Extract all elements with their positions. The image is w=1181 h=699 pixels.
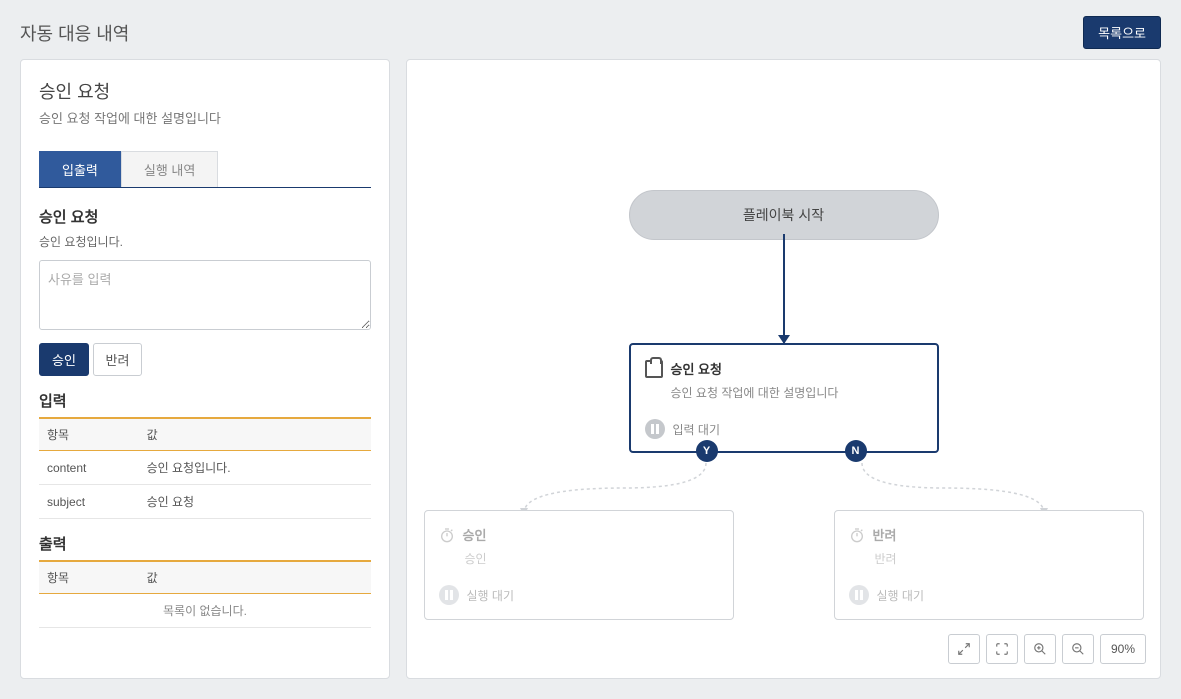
tab-history[interactable]: 실행 내역 bbox=[121, 151, 218, 187]
detail-panel: 승인 요청 승인 요청 작업에 대한 설명입니다 입출력 실행 내역 승인 요청… bbox=[20, 59, 390, 679]
pause-icon bbox=[439, 585, 459, 605]
flow-panel: 플레이북 시작 승인 요청 승인 요청 작업에 대한 설명입니다 입력 대기 Y bbox=[406, 59, 1161, 679]
approve-button[interactable]: 승인 bbox=[39, 343, 89, 376]
output-col-key: 항목 bbox=[39, 561, 139, 594]
input-section-title: 입력 bbox=[39, 390, 371, 411]
flow-start-node[interactable]: 플레이북 시작 bbox=[629, 190, 939, 240]
node-desc: 승인 요청 작업에 대한 설명입니다 bbox=[671, 384, 923, 401]
zoom-out-button[interactable] bbox=[1062, 634, 1094, 664]
branch-y-badge: Y bbox=[696, 440, 718, 462]
clipboard-icon bbox=[645, 360, 663, 378]
table-row: subject 승인 요청 bbox=[39, 485, 371, 519]
zoom-value: 90% bbox=[1100, 634, 1146, 664]
zoom-toolbar: 90% bbox=[948, 634, 1146, 664]
approval-desc: 승인 요청입니다. bbox=[39, 233, 371, 250]
flow-no-node[interactable]: 반려 반려 실행 대기 bbox=[834, 510, 1144, 620]
node-title: 반려 bbox=[873, 525, 897, 544]
output-col-val: 값 bbox=[139, 561, 371, 594]
fullscreen-button[interactable] bbox=[948, 634, 980, 664]
node-status-text: 입력 대기 bbox=[673, 421, 721, 438]
flow-connector bbox=[783, 234, 785, 344]
page-title: 자동 대응 내역 bbox=[20, 20, 129, 46]
input-col-val: 값 bbox=[139, 418, 371, 451]
tab-io[interactable]: 입출력 bbox=[39, 151, 121, 187]
back-to-list-button[interactable]: 목록으로 bbox=[1083, 16, 1161, 49]
input-table: 항목 값 content 승인 요청입니다. subject 승인 요청 bbox=[39, 417, 371, 519]
node-desc: 승인 bbox=[465, 550, 719, 567]
timer-icon bbox=[849, 527, 865, 543]
branch-n-badge: N bbox=[845, 440, 867, 462]
approval-title: 승인 요청 bbox=[39, 206, 371, 227]
node-status-text: 실행 대기 bbox=[467, 587, 515, 604]
fit-button[interactable] bbox=[986, 634, 1018, 664]
flow-approve-node[interactable]: 승인 요청 승인 요청 작업에 대한 설명입니다 입력 대기 Y N bbox=[629, 343, 939, 453]
flow-yes-node[interactable]: 승인 승인 실행 대기 bbox=[424, 510, 734, 620]
output-table: 항목 값 목록이 없습니다. bbox=[39, 560, 371, 628]
detail-title: 승인 요청 bbox=[39, 78, 371, 104]
timer-icon bbox=[439, 527, 455, 543]
node-title: 승인 요청 bbox=[671, 359, 722, 378]
pause-icon bbox=[849, 585, 869, 605]
node-title: 승인 bbox=[463, 525, 487, 544]
flow-connector-n bbox=[854, 458, 1094, 518]
flow-connector-y bbox=[474, 458, 714, 518]
output-section-title: 출력 bbox=[39, 533, 371, 554]
table-row: content 승인 요청입니다. bbox=[39, 451, 371, 485]
detail-desc: 승인 요청 작업에 대한 설명입니다 bbox=[39, 108, 371, 127]
node-desc: 반려 bbox=[875, 550, 1129, 567]
input-col-key: 항목 bbox=[39, 418, 139, 451]
tabs: 입출력 실행 내역 bbox=[39, 151, 371, 188]
node-status-text: 실행 대기 bbox=[877, 587, 925, 604]
reject-button[interactable]: 반려 bbox=[93, 343, 143, 376]
page-header: 자동 대응 내역 목록으로 bbox=[0, 0, 1181, 59]
flow-canvas[interactable]: 플레이북 시작 승인 요청 승인 요청 작업에 대한 설명입니다 입력 대기 Y bbox=[407, 60, 1160, 630]
reason-input[interactable] bbox=[39, 260, 371, 330]
zoom-in-button[interactable] bbox=[1024, 634, 1056, 664]
table-row-empty: 목록이 없습니다. bbox=[39, 594, 371, 628]
pause-icon bbox=[645, 419, 665, 439]
